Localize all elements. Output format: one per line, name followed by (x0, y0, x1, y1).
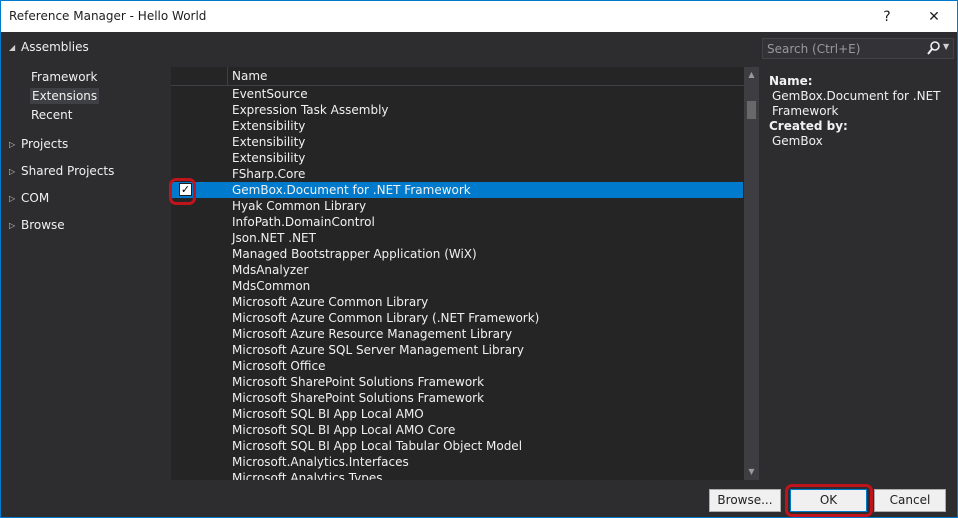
close-button[interactable]: ✕ (911, 1, 957, 32)
assembly-name: Hyak Common Library (232, 199, 367, 213)
list-row[interactable]: EventSource (171, 86, 744, 102)
chevron-down-icon[interactable]: ▼ (943, 42, 949, 51)
name-label: Name: (769, 74, 813, 88)
vertical-scrollbar[interactable]: ▲ ▼ (744, 67, 759, 480)
name-value-line1: GemBox.Document for .NET (772, 89, 941, 103)
reference-manager-dialog: Reference Manager - Hello World ? ✕ ◢ As… (0, 0, 958, 518)
list-row[interactable]: Microsoft SQL BI App Local AMO (171, 406, 744, 422)
nav-group-assemblies[interactable]: ◢ Assemblies (9, 40, 89, 54)
list-row[interactable]: Microsoft.Analytics.Types (171, 470, 744, 480)
assembly-name: Microsoft.Analytics.Types (232, 471, 383, 480)
name-column-header[interactable]: Name (232, 69, 267, 83)
list-row[interactable]: Microsoft Azure SQL Server Management Li… (171, 342, 744, 358)
list-row[interactable]: Expression Task Assembly (171, 102, 744, 118)
list-row[interactable]: Microsoft Azure Common Library (171, 294, 744, 310)
search-icon[interactable] (927, 40, 941, 57)
list-row[interactable]: MdsCommon (171, 278, 744, 294)
assembly-name: Microsoft Office (232, 359, 326, 373)
ok-highlight-ring (785, 484, 873, 517)
checkbox-highlight-ring (169, 178, 196, 205)
list-rows: EventSource Expression Task Assembly Exten… (171, 86, 744, 480)
scroll-down-icon[interactable]: ▼ (744, 464, 759, 480)
assembly-name: InfoPath.DomainControl (232, 215, 375, 229)
list-row[interactable]: Microsoft Azure Resource Management Libr… (171, 326, 744, 342)
list-header: Name (171, 67, 744, 86)
assembly-name: Expression Task Assembly (232, 103, 389, 117)
assembly-name: Microsoft SharePoint Solutions Framework (232, 391, 485, 405)
assembly-name: Microsoft SQL BI App Local AMO Core (232, 423, 456, 437)
nav-item-recent[interactable]: Recent (31, 107, 72, 123)
collapsed-arrow-icon: ▷ (9, 220, 16, 230)
expanded-arrow-icon: ◢ (9, 42, 16, 52)
list-row[interactable]: Managed Bootstrapper Application (WiX) (171, 246, 744, 262)
nav-group-label: Shared Projects (21, 164, 115, 178)
browse-button[interactable]: Browse... (709, 489, 781, 512)
assembly-name: Microsoft SharePoint Solutions Framework (232, 375, 485, 389)
nav-group-browse[interactable]: ▷ Browse (9, 218, 65, 232)
created-by-label: Created by: (769, 119, 848, 133)
assembly-name: Extensibility (232, 119, 306, 133)
assembly-name: Extensibility (232, 135, 306, 149)
list-row[interactable]: Microsoft SQL BI App Local Tabular Objec… (171, 438, 744, 454)
assembly-name: FSharp.Core (232, 167, 306, 181)
assembly-name: Microsoft Azure Common Library (.NET Fra… (232, 311, 540, 325)
collapsed-arrow-icon: ▷ (9, 139, 16, 149)
list-row[interactable]: MdsAnalyzer (171, 262, 744, 278)
scroll-thumb[interactable] (747, 101, 756, 119)
cancel-button[interactable]: Cancel (874, 489, 946, 512)
assembly-name: Microsoft Azure Resource Management Libr… (232, 327, 513, 341)
nav-group-label: Assemblies (21, 40, 89, 54)
nav-group-label: Projects (21, 137, 69, 151)
assembly-name: EventSource (232, 87, 308, 101)
assembly-name: Microsoft Azure SQL Server Management Li… (232, 343, 524, 357)
search-input[interactable] (763, 39, 923, 58)
created-by-value: GemBox (772, 134, 823, 148)
assembly-name: GemBox.Document for .NET Framework (232, 183, 471, 197)
assembly-name: Extensibility (232, 151, 306, 165)
assembly-name: Json.NET .NET (232, 231, 316, 245)
assembly-name: Microsoft.Analytics.Interfaces (232, 455, 409, 469)
nav-group-shared-projects[interactable]: ▷ Shared Projects (9, 164, 114, 178)
list-row[interactable]: ✓ GemBox.Document for .NET Framework (171, 182, 743, 198)
nav-item-extensions[interactable]: Extensions (30, 88, 100, 104)
assembly-name: Managed Bootstrapper Application (WiX) (232, 247, 477, 261)
list-row[interactable]: InfoPath.DomainControl (171, 214, 744, 230)
list-row[interactable]: Extensibility (171, 118, 744, 134)
assembly-list: Name EventSource Expression Task Assembly… (171, 67, 759, 480)
list-row[interactable]: Microsoft Office (171, 358, 744, 374)
list-row[interactable]: Microsoft SQL BI App Local AMO Core (171, 422, 744, 438)
list-row[interactable]: Json.NET .NET (171, 230, 744, 246)
nav-item-framework[interactable]: Framework (31, 69, 97, 85)
nav-group-com[interactable]: ▷ COM (9, 191, 49, 205)
list-row[interactable]: Microsoft SharePoint Solutions Framework (171, 374, 744, 390)
details-pane: Name: GemBox.Document for .NET Framework… (769, 74, 953, 149)
nav-group-label: COM (21, 191, 50, 205)
assembly-name: MdsCommon (232, 279, 311, 293)
list-row[interactable]: Microsoft SharePoint Solutions Framework (171, 390, 744, 406)
name-value-line2: Framework (772, 104, 839, 118)
nav-group-projects[interactable]: ▷ Projects (9, 137, 68, 151)
checkbox-column-header[interactable] (171, 67, 228, 86)
title-bar: Reference Manager - Hello World ? ✕ (1, 1, 957, 32)
list-row[interactable]: Extensibility (171, 134, 744, 150)
nav-group-label: Browse (21, 218, 65, 232)
assembly-name: Microsoft SQL BI App Local Tabular Objec… (232, 439, 523, 453)
list-row[interactable]: Microsoft Azure Common Library (.NET Fra… (171, 310, 744, 326)
collapsed-arrow-icon: ▷ (9, 193, 16, 203)
list-row[interactable]: FSharp.Core (171, 166, 744, 182)
window-title: Reference Manager - Hello World (9, 9, 207, 23)
help-button[interactable]: ? (864, 1, 910, 32)
list-row[interactable]: Hyak Common Library (171, 198, 744, 214)
assembly-name: MdsAnalyzer (232, 263, 309, 277)
assembly-name: Microsoft Azure Common Library (232, 295, 429, 309)
scroll-up-icon[interactable]: ▲ (744, 67, 759, 83)
collapsed-arrow-icon: ▷ (9, 166, 16, 176)
assembly-name: Microsoft SQL BI App Local AMO (232, 407, 424, 421)
search-box[interactable]: ▼ (762, 38, 954, 59)
category-nav: ◢ Assemblies Framework Extensions Recent… (1, 32, 171, 480)
list-row[interactable]: Microsoft.Analytics.Interfaces (171, 454, 744, 470)
list-row[interactable]: Extensibility (171, 150, 744, 166)
